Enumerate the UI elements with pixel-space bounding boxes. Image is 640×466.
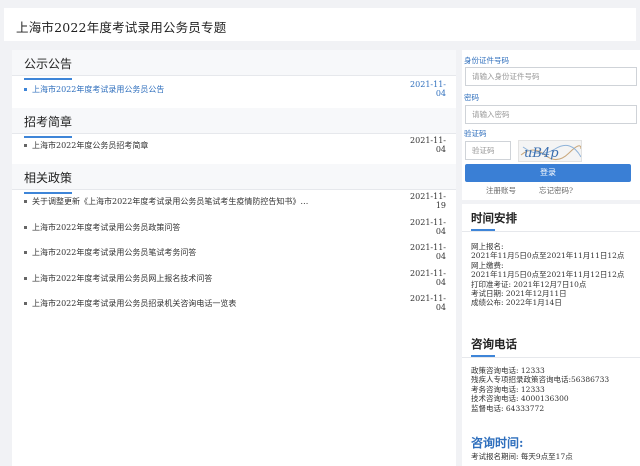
list-item-link[interactable]: 上海市2022年度考试录用公务员政策问答 — [32, 222, 402, 233]
list-item[interactable]: 上海市2022年度考试录用公务员招录机关咨询电话一览表 2021-11-04 — [24, 294, 446, 312]
bullet-icon — [24, 199, 27, 203]
phone-line: 技术咨询电话: 4000136300 — [471, 394, 569, 404]
list-item-link[interactable]: 关于调整更新《上海市2022年度考试录用公务员笔试考生疫情防控告知书》… — [32, 196, 402, 207]
password-label: 密码 — [464, 93, 479, 102]
main-content: 公示公告 上海市2022年度考试录用公务员公告 2021-11-04 招考简章 … — [12, 50, 456, 466]
schedule-title: 时间安排 — [471, 211, 517, 231]
bullet-icon — [24, 143, 27, 147]
divider — [12, 133, 456, 134]
sidebar: 身份证件号码 请输入身份证件号码 密码 请输入密码 验证码 验证码 uB4p 登… — [462, 50, 640, 466]
list-item-link[interactable]: 上海市2022年度考试录用公务员公告 — [32, 84, 402, 95]
list-item-link[interactable]: 上海市2022年度考试录用公务员笔试考务问答 — [32, 247, 402, 258]
phones-text: 政策咨询电话: 12333 残疾人专项招录政策咨询电话:56386733 考务咨… — [471, 366, 609, 413]
list-item[interactable]: 上海市2022年度考试录用公务员网上报名技术问答 2021-11-04 — [24, 269, 446, 287]
divider — [462, 231, 640, 232]
guides-section: 招考简章 上海市2022年度公务员招考简章 2021-11-04 — [12, 108, 456, 154]
id-label: 身份证件号码 — [464, 56, 509, 65]
list-item-date: 2021-11-04 — [410, 243, 446, 261]
bullet-icon — [24, 225, 27, 229]
phone-line: 监督电话: 64333772 — [471, 403, 545, 413]
phone-line: 考务咨询电话: 12333 — [471, 384, 545, 394]
guides-header: 招考简章 — [12, 108, 456, 138]
register-link[interactable]: 注册账号 — [486, 185, 516, 196]
list-item-date: 2021-11-04 — [410, 269, 446, 287]
divider — [12, 189, 456, 190]
notices-header: 公示公告 — [12, 50, 456, 80]
schedule-line: 成绩公布: 2022年1月14日 — [471, 298, 562, 308]
page-title: 上海市2022年度考试录用公务员专题 — [16, 20, 227, 35]
list-item[interactable]: 上海市2022年度考试录用公务员政策问答 2021-11-04 — [24, 218, 446, 236]
list-item[interactable]: 上海市2022年度公务员招考简章 2021-11-04 — [24, 136, 446, 154]
list-item-link[interactable]: 上海市2022年度考试录用公务员网上报名技术问答 — [32, 273, 402, 284]
consult-line: 考试报名期间: 每天9点至17点 — [471, 452, 573, 461]
list-item[interactable]: 上海市2022年度考试录用公务员笔试考务问答 2021-11-04 — [24, 243, 446, 261]
schedule-text: 网上报名: 2021年11月5日0点至2021年11月11日12点 网上缴费: … — [471, 242, 624, 308]
notices-section: 公示公告 上海市2022年度考试录用公务员公告 2021-11-04 — [12, 50, 456, 98]
phones-card: 咨询电话 政策咨询电话: 12333 残疾人专项招录政策咨询电话:5638673… — [462, 328, 640, 466]
consult-title: 咨询时间: — [471, 436, 524, 450]
divider — [12, 75, 456, 76]
captcha-input[interactable]: 验证码 — [465, 141, 511, 160]
login-button[interactable]: 登录 — [465, 164, 631, 182]
bullet-icon — [24, 276, 27, 280]
schedule-line: 2021年11月5日0点至2021年11月12日12点 — [471, 270, 625, 280]
password-input[interactable]: 请输入密码 — [465, 105, 637, 124]
phone-line: 政策咨询电话: 12333 — [471, 366, 545, 375]
list-item-date: 2021-11-04 — [410, 218, 446, 236]
notices-title: 公示公告 — [24, 55, 73, 80]
schedule-line: 2021年11月5日0点至2021年11月11日12点 — [471, 251, 625, 261]
phones-title: 咨询电话 — [471, 337, 517, 357]
guides-title: 招考简章 — [24, 113, 73, 138]
captcha-image-graphic: uB4p — [520, 144, 581, 161]
list-item-date: 2021-11-04 — [410, 294, 446, 312]
login-panel: 身份证件号码 请输入身份证件号码 密码 请输入密码 验证码 验证码 uB4p 登… — [462, 50, 640, 200]
phone-line: 残疾人专项招录政策咨询电话:56386733 — [471, 375, 610, 385]
policies-header: 相关政策 — [12, 164, 456, 194]
bullet-icon — [24, 250, 27, 254]
captcha-image[interactable]: uB4p — [518, 140, 582, 162]
list-item[interactable]: 关于调整更新《上海市2022年度考试录用公务员笔试考生疫情防控告知书》… 202… — [24, 192, 446, 210]
schedule-line: 打印准考证: 2021年12月7日10点 — [471, 279, 587, 289]
page-header: 上海市2022年度考试录用公务员专题 — [4, 8, 636, 41]
schedule-line: 网上缴费: — [471, 260, 504, 270]
policies-section: 相关政策 关于调整更新《上海市2022年度考试录用公务员笔试考生疫情防控告知书》… — [12, 164, 456, 312]
divider — [462, 357, 640, 358]
bullet-icon — [24, 301, 27, 305]
list-item[interactable]: 上海市2022年度考试录用公务员公告 2021-11-04 — [24, 80, 446, 98]
schedule-line: 网上报名: — [471, 242, 504, 251]
bullet-icon — [24, 87, 27, 91]
id-number-input[interactable]: 请输入身份证件号码 — [465, 67, 637, 86]
list-item-link[interactable]: 上海市2022年度考试录用公务员招录机关咨询电话一览表 — [32, 298, 402, 309]
captcha-label: 验证码 — [464, 129, 487, 138]
list-item-date: 2021-11-04 — [410, 136, 446, 154]
list-item-date: 2021-11-04 — [410, 80, 446, 98]
forgot-password-link[interactable]: 忘记密码? — [539, 185, 573, 196]
list-item-link[interactable]: 上海市2022年度公务员招考简章 — [32, 140, 402, 151]
policies-title: 相关政策 — [24, 169, 73, 194]
captcha-text: uB4p — [524, 146, 559, 161]
list-item-date: 2021-11-19 — [410, 192, 446, 210]
